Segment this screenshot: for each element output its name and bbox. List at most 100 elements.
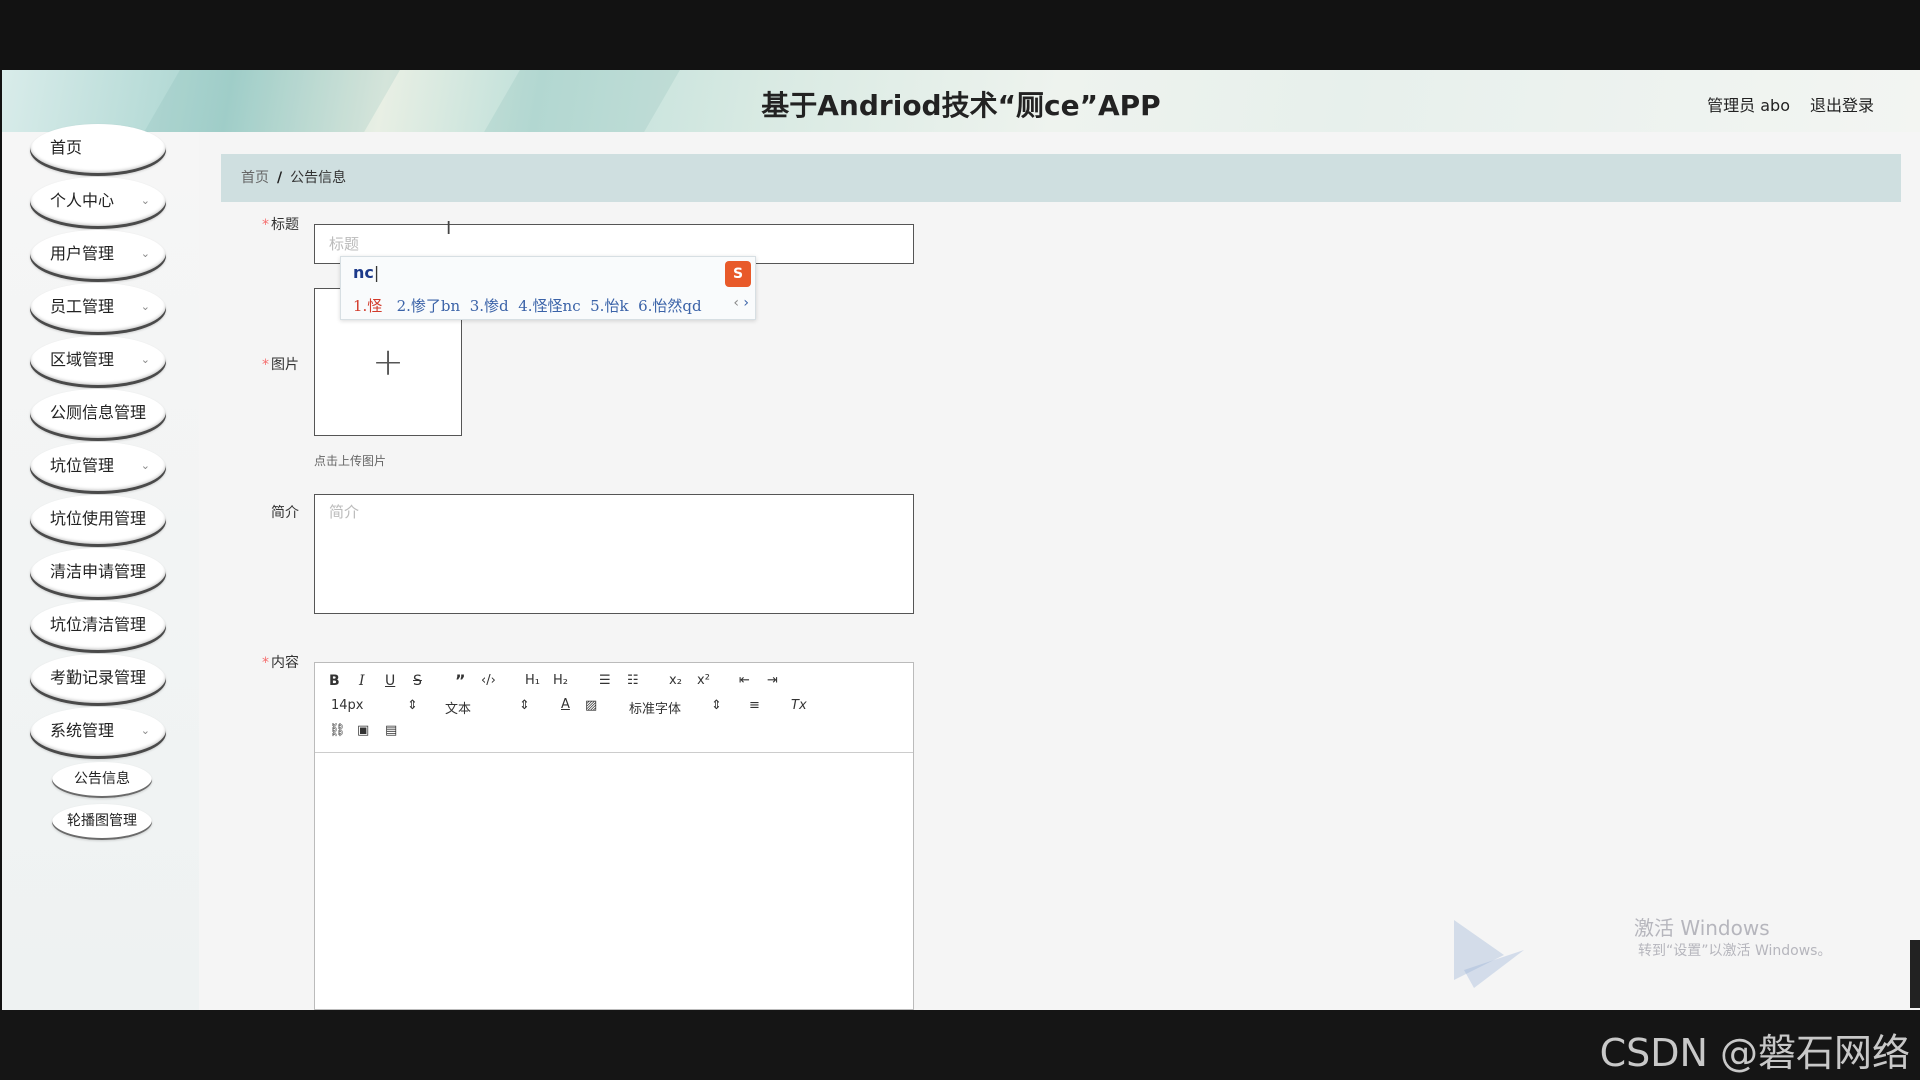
chevron-updown-icon: ⇕: [407, 698, 418, 713]
chevron-down-icon: ⌄: [140, 300, 150, 313]
sidebar-item-stall-usage[interactable]: 坑位使用管理: [30, 495, 166, 547]
ime-candidate[interactable]: 5.怡k: [590, 297, 628, 315]
outdent-icon[interactable]: ⇤: [739, 673, 750, 688]
font-size-select[interactable]: 14px: [331, 698, 364, 713]
editor-content-area[interactable]: [315, 754, 913, 1009]
sidebar-item-cleaning-request[interactable]: 清洁申请管理: [30, 548, 166, 600]
ime-candidates: 1.怪 2.惨了bn 3.惨d 4.怪怪nc 5.怡k 6.怡然qd: [353, 295, 702, 316]
sidebar-item-label: 首页: [50, 138, 83, 157]
content-label-text: 内容: [271, 655, 299, 671]
font-family-select[interactable]: 标准字体: [629, 698, 681, 717]
sidebar-item-label: 员工管理: [50, 297, 115, 316]
app-title: 基于Andriod技术“厕ce”APP: [761, 89, 1161, 122]
intro-label: 简介: [219, 502, 299, 522]
sidebar-item-area-management[interactable]: 区域管理 ⌄: [30, 336, 166, 388]
app-window: 基于Andriod技术“厕ce”APP 管理员 abo 退出登录 首页 个人中心…: [2, 70, 1920, 1010]
windows-logo-icon: [1454, 920, 1524, 988]
sidebar-item-attendance[interactable]: 考勤记录管理: [30, 654, 166, 706]
title-label-text: 标题: [271, 217, 299, 233]
chevron-left-icon[interactable]: ‹: [733, 295, 739, 311]
upload-hint: 点击上传图片: [314, 454, 387, 468]
ime-page-nav: ‹ ›: [733, 295, 749, 311]
chevron-down-icon: ⌄: [140, 459, 150, 472]
breadcrumb-current: 公告信息: [290, 170, 347, 186]
heading2-icon[interactable]: H₂: [553, 673, 568, 688]
ime-candidate-popup: nc S 1.怪 2.惨了bn 3.惨d 4.怪怪nc 5.怡k 6.怡然qd …: [340, 256, 756, 320]
sidebar-item-label: 坑位清洁管理: [50, 615, 147, 634]
ime-candidate[interactable]: 6.怡然qd: [638, 297, 702, 315]
sidebar: 首页 个人中心 ⌄ 用户管理 ⌄ 员工管理 ⌄ 区域管理 ⌄ 公厕信息管理 坑位管理 ⌄ …: [2, 124, 199, 1010]
sidebar-item-stall-management[interactable]: 坑位管理 ⌄: [30, 442, 166, 494]
subscript-icon[interactable]: x₂: [669, 673, 682, 688]
screen: 基于Andriod技术“厕ce”APP 管理员 abo 退出登录 首页 个人中心…: [0, 0, 1920, 1080]
sidebar-item-toilet-info[interactable]: 公厕信息管理: [30, 389, 166, 441]
editor-toolbar: B I U S ” ‹/› H₁ H₂ ☰ ☷ x₂ x² ⇤ ⇥ 14px ⇕: [315, 663, 913, 753]
intro-textarea[interactable]: 简介: [314, 494, 914, 614]
text-format-select[interactable]: 文本: [445, 698, 471, 717]
bullet-list-icon[interactable]: ☷: [627, 673, 639, 688]
superscript-icon[interactable]: x²: [697, 673, 710, 688]
blockquote-icon[interactable]: ”: [455, 671, 466, 690]
chevron-down-icon: ⌄: [140, 247, 150, 260]
sidebar-subitem-announcements[interactable]: 公告信息: [52, 762, 152, 798]
required-mark: *: [262, 357, 269, 373]
sidebar-item-label: 考勤记录管理: [50, 668, 147, 687]
sidebar-subitem-carousel[interactable]: 轮播图管理: [52, 804, 152, 840]
logout-link[interactable]: 退出登录: [1810, 92, 1874, 116]
sidebar-item-label: 坑位管理: [50, 456, 115, 475]
chevron-down-icon: ⌄: [140, 353, 150, 366]
current-user: 管理员 abo: [1707, 96, 1790, 115]
sidebar-item-personal-center[interactable]: 个人中心 ⌄: [30, 177, 166, 229]
chevron-down-icon: ⌄: [140, 194, 150, 207]
ordered-list-icon[interactable]: ☰: [599, 673, 611, 688]
image-icon[interactable]: ▣: [357, 723, 369, 738]
top-header: 基于Andriod技术“厕ce”APP 管理员 abo 退出登录: [2, 70, 1920, 132]
title-label: * 标题: [219, 214, 299, 234]
sidebar-item-label: 公厕信息管理: [50, 403, 147, 422]
chevron-updown-icon: ⇕: [519, 698, 530, 713]
ime-candidate[interactable]: 2.惨了bn: [397, 297, 461, 315]
text-cursor-icon: I: [446, 218, 452, 239]
background-color-icon[interactable]: ▨: [585, 698, 597, 713]
sidebar-item-label: 区域管理: [50, 350, 115, 369]
align-icon[interactable]: ≡: [749, 698, 760, 713]
sidebar-item-label: 用户管理: [50, 244, 115, 263]
breadcrumb-separator: /: [277, 170, 283, 186]
breadcrumb-home[interactable]: 首页: [241, 170, 269, 186]
ime-input-code: nc: [353, 263, 379, 282]
ime-logo-icon: S: [725, 261, 751, 287]
sidebar-item-staff-management[interactable]: 员工管理 ⌄: [30, 283, 166, 335]
intro-label-text: 简介: [271, 505, 299, 521]
scrollbar-edge[interactable]: [1910, 940, 1920, 1008]
chevron-right-icon[interactable]: ›: [743, 295, 749, 311]
required-mark: *: [262, 655, 269, 671]
required-mark: *: [262, 217, 269, 233]
sidebar-item-stall-cleaning[interactable]: 坑位清洁管理: [30, 601, 166, 653]
chevron-down-icon: ⌄: [140, 724, 150, 737]
font-color-icon[interactable]: A: [561, 697, 570, 712]
underline-icon[interactable]: U: [385, 673, 395, 689]
link-icon[interactable]: ⛓: [329, 723, 346, 738]
sidebar-item-home[interactable]: 首页: [30, 124, 166, 176]
strikethrough-icon[interactable]: S: [413, 673, 422, 689]
ime-candidate[interactable]: 3.惨d: [470, 297, 509, 315]
chevron-updown-icon: ⇕: [711, 698, 722, 713]
indent-icon[interactable]: ⇥: [767, 673, 778, 688]
code-block-icon[interactable]: ‹/›: [481, 673, 496, 688]
sidebar-item-user-management[interactable]: 用户管理 ⌄: [30, 230, 166, 282]
ime-candidate[interactable]: 1.怪: [353, 297, 382, 315]
clear-format-icon[interactable]: Tx: [791, 698, 807, 713]
video-icon[interactable]: ▤: [385, 723, 397, 738]
breadcrumb: 首页 / 公告信息: [221, 154, 1901, 202]
sidebar-item-system-management[interactable]: 系统管理 ⌄: [30, 707, 166, 759]
content-label: * 内容: [219, 652, 299, 672]
heading1-icon[interactable]: H₁: [525, 673, 540, 688]
activation-watermark-sub: 转到“设置”以激活 Windows。: [1638, 943, 1832, 959]
csdn-watermark: CSDN @磐石网络: [1599, 1031, 1910, 1075]
ime-candidate[interactable]: 4.怪怪nc: [518, 297, 580, 315]
italic-icon[interactable]: I: [359, 673, 365, 689]
bold-icon[interactable]: B: [329, 673, 340, 689]
sidebar-item-label: 个人中心: [50, 191, 115, 210]
sidebar-item-label: 清洁申请管理: [50, 562, 147, 581]
rich-text-editor: B I U S ” ‹/› H₁ H₂ ☰ ☷ x₂ x² ⇤ ⇥ 14px ⇕: [314, 662, 914, 1010]
